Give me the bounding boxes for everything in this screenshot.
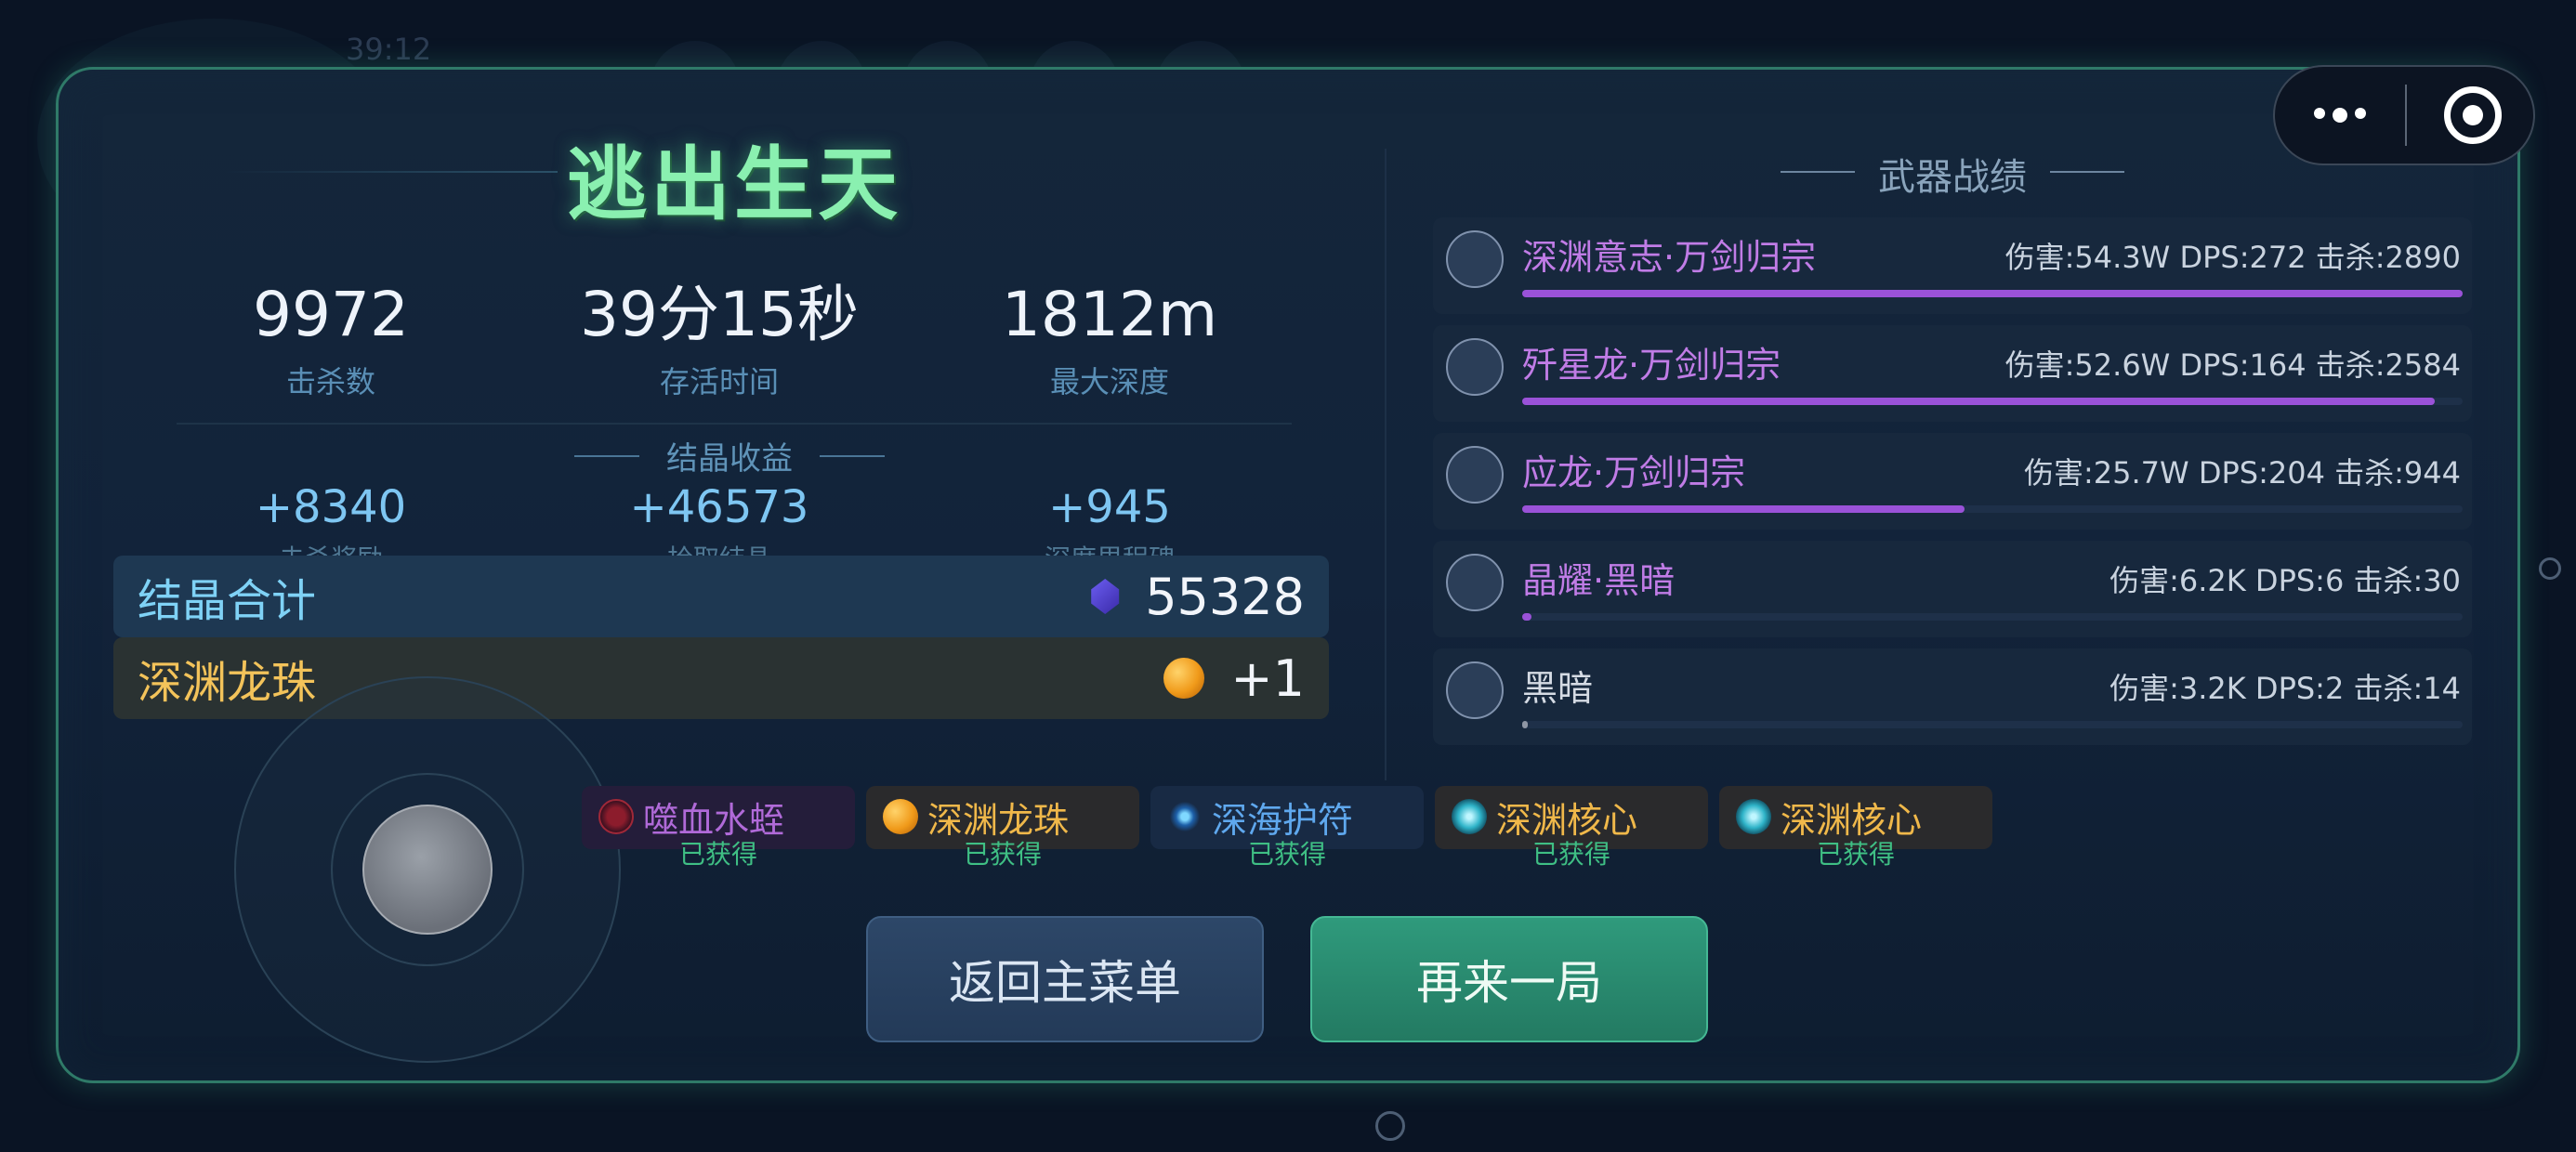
crystal-income-title: 结晶收益: [558, 433, 901, 478]
stat-label: 存活时间: [659, 364, 779, 399]
amulet-icon: [1167, 799, 1203, 834]
dragon-pearl-label: 深渊龙珠: [138, 657, 317, 709]
weapon-name: 深渊意志·万剑归宗: [1522, 237, 1817, 278]
weapon-damage-fill: [1522, 290, 2463, 297]
item-status: 已获得: [1247, 839, 1326, 870]
weapon-stats: 伤害:52.6W DPS:164 击杀:2584: [2004, 347, 2461, 383]
title-decoration-line: [223, 171, 558, 173]
weapon-name: 应龙·万剑归宗: [1522, 452, 1746, 493]
weapon-name: 晶耀·黑暗: [1522, 560, 1676, 601]
stats-divider: [177, 423, 1292, 425]
crystal-total-value: 55328: [1145, 567, 1305, 626]
stat-value: 9972: [253, 279, 409, 350]
abyss-core-icon: [1452, 799, 1487, 834]
item-amulet: 深海护符 已获得: [1150, 786, 1424, 870]
weapon-card: 黑暗 伤害:3.2K DPS:2 击杀:14: [1433, 648, 2472, 745]
stat-kills: 9972 击杀数: [164, 284, 498, 401]
crystal-total-label: 结晶合计: [138, 575, 317, 627]
weapon-card: 歼星龙·万剑归宗 伤害:52.6W DPS:164 击杀:2584: [1433, 325, 2472, 422]
weapon-stats: 伤害:6.2K DPS:6 击杀:30: [2109, 563, 2461, 598]
result-title: 逃出生天: [567, 138, 901, 231]
weapon-dark-icon: [1446, 661, 1504, 719]
item-status: 已获得: [963, 839, 1042, 870]
weapon-card: 应龙·万剑归宗 伤害:25.7W DPS:204 击杀:944: [1433, 433, 2472, 530]
weapon-damage-fill: [1522, 398, 2435, 405]
more-menu-button[interactable]: [2275, 108, 2405, 123]
panel-divider: [1385, 149, 1387, 780]
play-again-button[interactable]: 再来一局: [1310, 916, 1708, 1042]
weapon-crystal-dark-icon: [1446, 554, 1504, 611]
weapon-damage-bar: [1522, 613, 2463, 621]
weapon-stats: 伤害:25.7W DPS:204 击杀:944: [2024, 455, 2461, 491]
background-timer: 39:12: [346, 32, 432, 67]
capsule-separator: [2405, 85, 2407, 146]
weapon-damage-fill: [1522, 505, 1965, 513]
weapon-ying-dragon-icon: [1446, 446, 1504, 504]
weapon-stats: 伤害:3.2K DPS:2 击杀:14: [2109, 671, 2461, 706]
stat-value: 1812m: [1001, 279, 1218, 350]
leech-icon: [598, 799, 634, 834]
return-main-menu-button[interactable]: 返回主菜单: [866, 916, 1264, 1042]
crystal-gem-icon: [1091, 579, 1120, 614]
side-indicator-icon: [2539, 557, 2561, 580]
weapon-damage-bar: [1522, 290, 2463, 297]
weapon-name: 歼星龙·万剑归宗: [1522, 345, 1781, 386]
bonus-value: +945: [1048, 481, 1171, 533]
weapon-stats: 伤害:54.3W DPS:272 击杀:2890: [2004, 240, 2461, 275]
stat-label: 最大深度: [1049, 364, 1169, 399]
weapon-damage-bar: [1522, 505, 2463, 513]
dragon-pearl-value: +1: [1230, 648, 1305, 708]
item-status: 已获得: [678, 839, 757, 870]
dragon-pearl-icon: [883, 799, 918, 834]
weapon-damage-fill: [1522, 613, 1532, 621]
item-status: 已获得: [1531, 839, 1610, 870]
weapon-stats-title: 武器战绩: [1781, 147, 2124, 201]
weapon-abyss-will-icon: [1446, 230, 1504, 288]
more-dot-icon: [2355, 108, 2366, 119]
stat-max-depth: 1812m 最大深度: [942, 284, 1277, 401]
weapon-damage-bar: [1522, 721, 2463, 728]
joystick-knob[interactable]: [362, 805, 493, 935]
stat-survival-time: 39分15秒 存活时间: [552, 284, 887, 401]
weapon-damage-bar: [1522, 398, 2463, 405]
weapon-name: 黑暗: [1522, 668, 1594, 709]
abyss-core-icon: [1736, 799, 1771, 834]
weapon-card: 深渊意志·万剑归宗 伤害:54.3W DPS:272 击杀:2890: [1433, 217, 2472, 314]
item-leech: 噬血水蛭 已获得: [582, 786, 855, 870]
home-indicator-icon: [1375, 1111, 1405, 1141]
more-dot-icon: [2333, 108, 2347, 123]
weapon-card: 晶耀·黑暗 伤害:6.2K DPS:6 击杀:30: [1433, 541, 2472, 637]
item-dragon-pearl: 深渊龙珠 已获得: [866, 786, 1139, 870]
dragon-pearl-row: 深渊龙珠 +1: [113, 637, 1329, 719]
crystal-total-row: 结晶合计 55328: [113, 556, 1329, 637]
item-abyss-core: 深渊核心 已获得: [1435, 786, 1708, 870]
bonus-value: +46573: [629, 481, 809, 533]
dragon-pearl-icon: [1163, 658, 1205, 699]
mini-program-capsule: [2273, 65, 2535, 165]
weapon-star-dragon-icon: [1446, 338, 1504, 396]
stat-value: 39分15秒: [580, 279, 859, 350]
more-dot-icon: [2314, 108, 2325, 119]
weapon-damage-fill: [1522, 721, 1529, 728]
close-target-icon[interactable]: [2444, 86, 2502, 144]
item-abyss-core: 深渊核心 已获得: [1719, 786, 1992, 870]
bonus-value: +8340: [255, 481, 407, 533]
stat-label: 击杀数: [285, 364, 375, 399]
item-status: 已获得: [1816, 839, 1895, 870]
